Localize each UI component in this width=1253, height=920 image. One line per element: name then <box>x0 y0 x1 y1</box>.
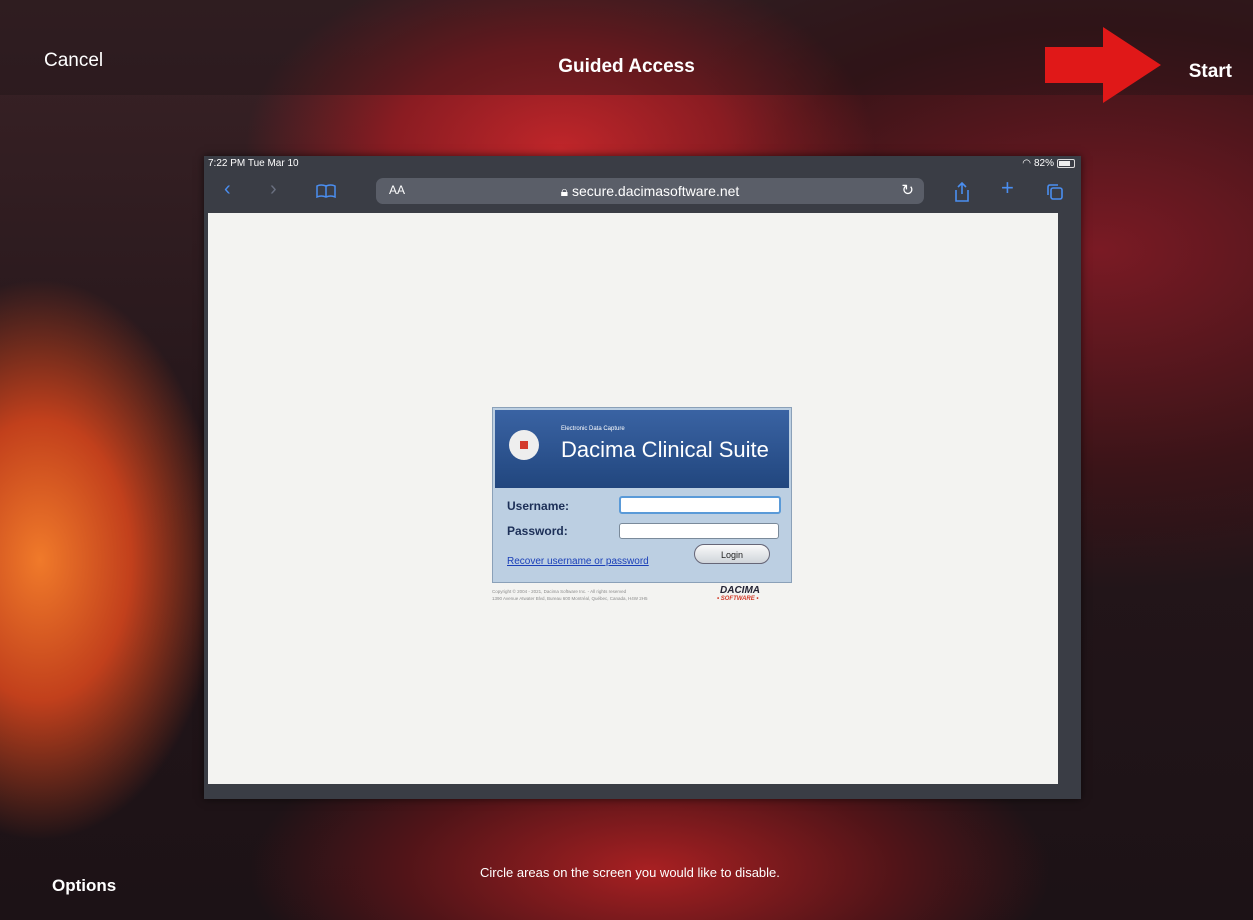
brand-logo: DACIMA <box>720 585 760 596</box>
options-button[interactable]: Options <box>52 876 116 896</box>
tabs-icon[interactable] <box>1046 183 1064 201</box>
start-button[interactable]: Start <box>1189 61 1232 83</box>
status-right: ◠ 82% <box>1022 158 1075 169</box>
tagline: Electronic Data Capture <box>561 426 625 432</box>
ipad-screenshot[interactable]: 7:22 PM Tue Mar 10 ◠ 82% ‹ › AA 🔒︎ secur… <box>204 156 1081 799</box>
status-bar: 7:22 PM Tue Mar 10 ◠ 82% <box>204 156 1081 172</box>
login-panel: Electronic Data Capture Dacima Clinical … <box>492 407 792 583</box>
reload-icon[interactable]: ↻ <box>901 181 914 199</box>
browser-toolbar: ‹ › AA 🔒︎ secure.dacimasoftware.net ↻ + <box>204 172 1081 212</box>
back-icon[interactable]: ‹ <box>224 178 231 201</box>
address-bar[interactable]: AA 🔒︎ secure.dacimasoftware.net ↻ <box>376 178 924 204</box>
status-time: 7:22 PM Tue Mar 10 <box>208 158 299 169</box>
url-value: secure.dacimasoftware.net <box>572 183 740 199</box>
login-header: Electronic Data Capture Dacima Clinical … <box>495 410 789 488</box>
web-content: Electronic Data Capture Dacima Clinical … <box>208 213 1058 784</box>
instruction-text: Circle areas on the screen you would lik… <box>480 865 780 880</box>
address-line: 1390 Avenue Atwater Blvd, Bureau 600 Mon… <box>492 596 648 601</box>
right-arrow-icon <box>1045 27 1161 103</box>
login-button[interactable]: Login <box>694 544 770 564</box>
brand-subtitle: • SOFTWARE • <box>717 596 759 602</box>
dacima-logo-icon <box>509 430 539 460</box>
forward-icon[interactable]: › <box>270 178 277 201</box>
battery-percent: 82% <box>1033 158 1054 169</box>
username-field[interactable] <box>619 496 781 514</box>
bookmarks-icon[interactable] <box>316 184 336 198</box>
new-tab-icon[interactable]: + <box>1001 175 1014 201</box>
password-field[interactable] <box>619 523 779 539</box>
share-icon[interactable] <box>954 182 970 202</box>
url-text: 🔒︎ secure.dacimasoftware.net <box>376 183 924 200</box>
recover-link[interactable]: Recover username or password <box>507 556 649 567</box>
wifi-icon: ◠ <box>1022 158 1031 169</box>
copyright-line: Copyright © 2004 - 2021, Dacima Software… <box>492 589 627 594</box>
lock-icon: 🔒︎ <box>560 183 569 199</box>
app-name: Dacima Clinical Suite <box>561 437 769 462</box>
copyright: Copyright © 2004 - 2021, Dacima Software… <box>492 588 702 602</box>
password-label: Password: <box>507 524 568 538</box>
battery-icon <box>1057 159 1075 168</box>
username-label: Username: <box>507 499 570 513</box>
